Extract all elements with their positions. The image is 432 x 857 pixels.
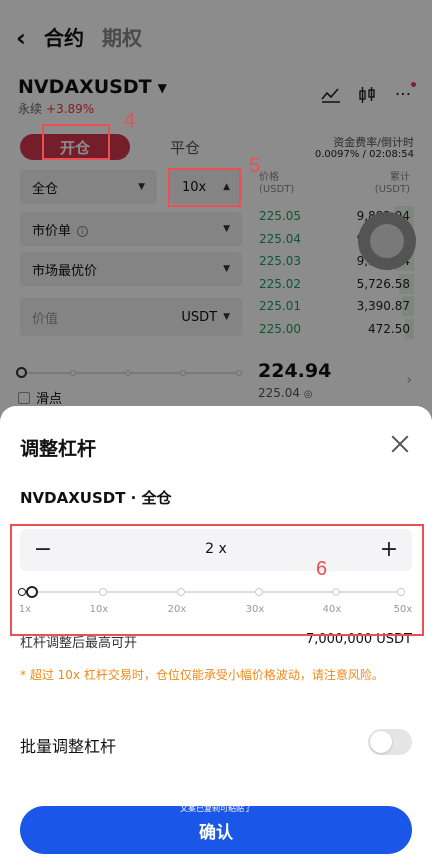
copy-toast-caption: 文案已复制可粘贴了 [180, 804, 252, 813]
annotation-box-6 [10, 524, 424, 636]
sheet-subtitle: NVDAXUSDT · 全仓 [20, 489, 172, 507]
annotation-number-6: 6 [316, 558, 328, 580]
annotation-box-5 [168, 168, 241, 207]
batch-adjust-toggle[interactable] [368, 729, 412, 755]
risk-warning: * 超过 10x 杠杆交易时，仓位仅能承受小幅价格波动，请注意风险。 [20, 668, 384, 682]
sheet-title: 调整杠杆 [20, 438, 97, 460]
toggle-knob [370, 731, 392, 753]
max-position-label: 杠杆调整后最高可开 [20, 636, 138, 651]
annotation-number-4: 4 [124, 110, 136, 132]
annotation-box-4 [42, 124, 110, 160]
batch-adjust-label: 批量调整杠杆 [20, 737, 117, 756]
annotation-number-5: 5 [249, 155, 261, 177]
close-icon[interactable] [388, 432, 412, 456]
